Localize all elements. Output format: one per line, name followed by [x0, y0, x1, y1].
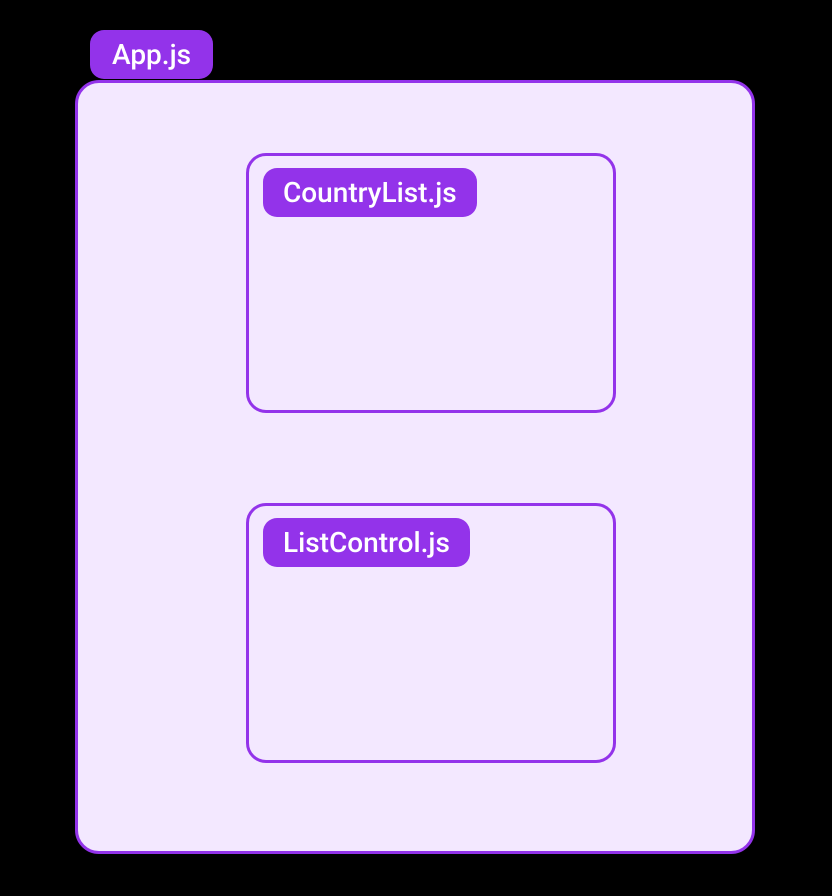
- app-component-container: CountryList.js ListControl.js: [75, 80, 755, 854]
- list-control-component-label: ListControl.js: [263, 518, 470, 567]
- country-list-component-box: CountryList.js: [246, 153, 616, 413]
- list-control-component-box: ListControl.js: [246, 503, 616, 763]
- app-component-label: App.js: [90, 30, 213, 79]
- country-list-component-label: CountryList.js: [263, 168, 477, 217]
